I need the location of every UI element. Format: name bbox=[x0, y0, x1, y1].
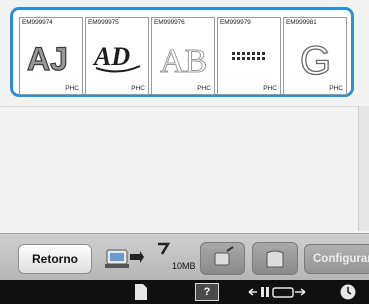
design-format-tag: PHC bbox=[65, 85, 79, 92]
design-thumbnail[interactable]: EM999976 AB PHC bbox=[151, 17, 215, 95]
bottom-toolbar: Retorno 10MB Configurar bbox=[0, 233, 369, 281]
svg-text:G: G bbox=[300, 39, 331, 80]
design-code: EM999979 bbox=[220, 19, 251, 26]
svg-text:AD: AD bbox=[92, 42, 130, 71]
pocket-icon bbox=[266, 250, 284, 268]
settings-button[interactable]: Configurar bbox=[304, 244, 369, 274]
clock-icon[interactable] bbox=[338, 283, 358, 301]
design-thumbnail[interactable]: EM999981 G PHC bbox=[283, 17, 347, 95]
back-button[interactable]: Retorno bbox=[18, 244, 92, 274]
design-thumbnail[interactable]: EM999979 PHC bbox=[217, 17, 281, 95]
help-label: ? bbox=[195, 283, 219, 301]
aj-embroidery-icon: AJ bbox=[26, 40, 68, 77]
g-outline-embroidery-icon: G bbox=[299, 38, 331, 80]
scrollbar[interactable] bbox=[358, 106, 369, 231]
design-format-tag: PHC bbox=[131, 85, 145, 92]
svg-text:AJ: AJ bbox=[27, 41, 68, 77]
presser-foot-icon[interactable] bbox=[246, 283, 308, 301]
design-code: EM999975 bbox=[88, 19, 119, 26]
back-button-label: Retorno bbox=[32, 252, 78, 266]
design-code: EM999976 bbox=[154, 19, 185, 26]
screen: EM999974 AJ PHC EM999975 AD PHC EM999976… bbox=[0, 0, 369, 304]
design-code: EM999974 bbox=[22, 19, 53, 26]
design-format-tag: PHC bbox=[197, 85, 211, 92]
memory-indicator: 10MB bbox=[150, 240, 196, 274]
svg-text:AB: AB bbox=[160, 43, 207, 80]
memory-card-icon bbox=[214, 246, 234, 266]
settings-button-label: Configurar bbox=[313, 253, 369, 265]
help-button[interactable]: ? bbox=[194, 283, 220, 301]
dotted-pattern-embroidery-icon bbox=[232, 52, 265, 60]
divider bbox=[0, 106, 359, 107]
design-code: EM999981 bbox=[286, 19, 317, 26]
ab-sketch-embroidery-icon: AB bbox=[160, 43, 208, 81]
memory-save-button[interactable] bbox=[200, 242, 245, 275]
design-format-tag: PHC bbox=[263, 85, 277, 92]
edit-button[interactable] bbox=[252, 242, 298, 275]
memory-label: 10MB bbox=[172, 261, 196, 271]
design-thumbnail[interactable]: EM999975 AD PHC bbox=[85, 17, 149, 95]
status-bar: ? bbox=[0, 280, 369, 304]
design-thumbnail[interactable]: EM999974 AJ PHC bbox=[19, 17, 83, 95]
selected-designs-strip[interactable]: EM999974 AJ PHC EM999975 AD PHC EM999976… bbox=[10, 7, 354, 97]
design-format-tag: PHC bbox=[329, 85, 343, 92]
ad-script-embroidery-icon: AD bbox=[92, 42, 141, 73]
machine-transfer-icon[interactable] bbox=[105, 246, 145, 272]
page-icon[interactable] bbox=[132, 283, 150, 301]
